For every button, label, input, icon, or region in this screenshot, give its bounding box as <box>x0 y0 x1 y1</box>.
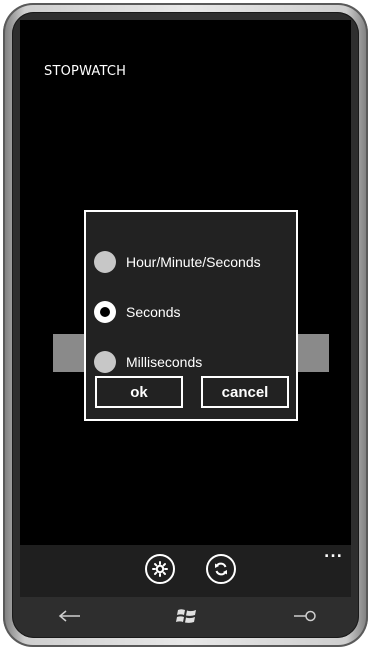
radio-label: Hour/Minute/Seconds <box>126 254 261 270</box>
settings-icon[interactable] <box>145 554 175 584</box>
ok-button[interactable]: ok <box>95 376 183 408</box>
radio-button-selected[interactable] <box>94 301 116 323</box>
screen: STOPWATCH Hour/Minute/Seconds Seconds Mi… <box>20 20 351 597</box>
radio-button[interactable] <box>94 351 116 373</box>
radio-option-seconds[interactable]: Seconds <box>94 298 180 326</box>
search-icon[interactable] <box>288 603 322 629</box>
radio-label: Seconds <box>126 304 181 320</box>
radio-button[interactable] <box>94 251 116 273</box>
app-bar: ... <box>20 545 351 597</box>
refresh-icon[interactable] <box>206 554 236 584</box>
radio-option-milliseconds[interactable]: Milliseconds <box>94 348 202 376</box>
hardware-nav-bar <box>20 597 351 635</box>
cancel-button[interactable]: cancel <box>201 376 289 408</box>
radio-option-hour-minute-seconds[interactable]: Hour/Minute/Seconds <box>94 248 261 276</box>
timer-display-right <box>294 334 329 372</box>
more-options-button[interactable]: ... <box>324 545 343 561</box>
windows-logo-icon[interactable] <box>170 603 204 629</box>
back-icon[interactable] <box>52 603 86 629</box>
radio-label: Milliseconds <box>126 354 203 370</box>
format-dialog: Hour/Minute/Seconds Seconds Milliseconds… <box>84 210 298 421</box>
app-title: STOPWATCH <box>44 64 127 79</box>
